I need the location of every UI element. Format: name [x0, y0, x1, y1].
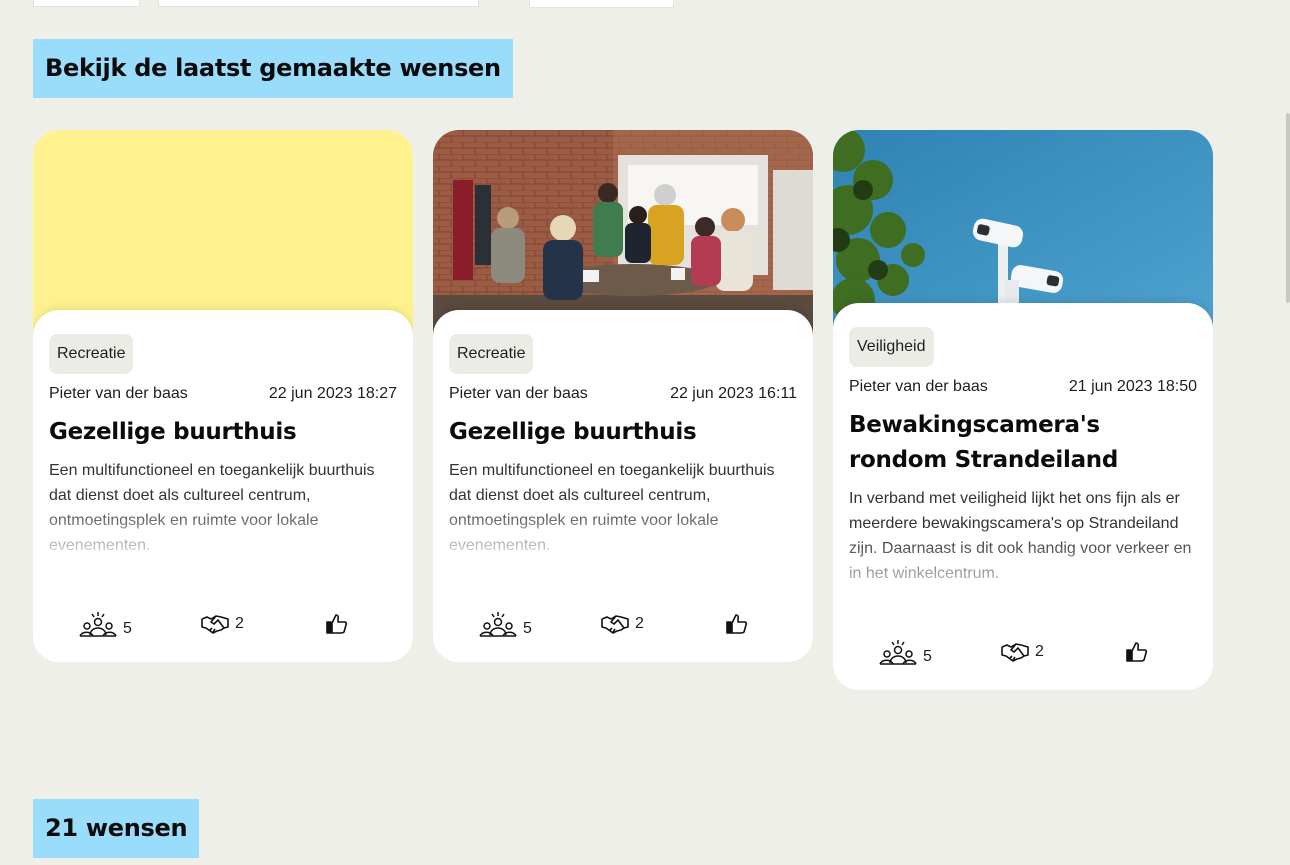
handshake-icon — [601, 613, 629, 635]
latest-wishes-heading: Bekijk de laatst gemaakte wensen — [33, 39, 513, 98]
wish-card[interactable]: Recreatie Pieter van der baas 22 jun 202… — [33, 130, 413, 662]
thumbs-up-icon — [1126, 641, 1148, 663]
card-actions: 5 2 — [33, 611, 413, 644]
people-group-icon — [79, 611, 117, 639]
card-image-community-center — [433, 130, 813, 340]
like-button[interactable] — [1126, 641, 1148, 663]
supporters-button[interactable]: 5 — [479, 611, 532, 639]
author: Pieter van der baas — [849, 378, 988, 395]
partners-count: 2 — [235, 615, 244, 632]
card-body: Recreatie Pieter van der baas 22 jun 202… — [433, 310, 813, 662]
card-description: In verband met veiligheid lijkt het ons … — [849, 490, 1192, 582]
date: 22 jun 2023 16:11 — [670, 385, 797, 402]
supporters-button[interactable]: 5 — [79, 611, 132, 639]
page-scrollbar[interactable] — [1286, 113, 1290, 303]
date: 21 jun 2023 18:50 — [1068, 378, 1197, 395]
like-button[interactable] — [326, 613, 348, 635]
partners-button[interactable]: 2 — [201, 613, 244, 635]
wish-count-heading: 21 wensen — [33, 799, 200, 858]
author: Pieter van der baas — [49, 385, 188, 402]
people-group-icon — [879, 639, 917, 667]
card-meta: Pieter van der baas 22 jun 2023 18:27 — [49, 383, 397, 405]
card-title[interactable]: Bewakingscamera's rondom Strandeiland — [849, 408, 1197, 478]
thumbs-up-icon — [726, 613, 748, 635]
top-control-1[interactable] — [33, 0, 140, 7]
card-body: Recreatie Pieter van der baas 22 jun 202… — [33, 310, 413, 662]
wish-card[interactable]: Recreatie Pieter van der baas 22 jun 202… — [433, 130, 813, 662]
supporters-count: 5 — [523, 620, 532, 637]
card-actions: 5 2 — [833, 639, 1213, 672]
partners-button[interactable]: 2 — [1001, 641, 1044, 663]
card-title[interactable]: Gezellige buurthuis — [449, 415, 797, 450]
handshake-icon — [1001, 641, 1029, 663]
author: Pieter van der baas — [449, 385, 588, 402]
partners-count: 2 — [1035, 643, 1044, 660]
card-meta: Pieter van der baas 22 jun 2023 16:11 — [449, 383, 797, 405]
like-button[interactable] — [726, 613, 748, 635]
card-description: Een multifunctioneel en toegankelijk buu… — [449, 462, 775, 554]
card-description: Een multifunctioneel en toegankelijk buu… — [49, 462, 375, 554]
date: 22 jun 2023 18:27 — [268, 385, 397, 402]
people-group-icon — [479, 611, 517, 639]
card-title[interactable]: Gezellige buurthuis — [49, 415, 397, 450]
top-control-3[interactable] — [529, 0, 674, 8]
handshake-icon — [201, 613, 229, 635]
thumbs-up-icon — [326, 613, 348, 635]
supporters-count: 5 — [123, 620, 132, 637]
supporters-button[interactable]: 5 — [879, 639, 932, 667]
category-tag[interactable]: Veiligheid — [849, 327, 934, 367]
category-tag[interactable]: Recreatie — [49, 334, 134, 374]
supporters-count: 5 — [923, 648, 932, 665]
card-image-placeholder — [33, 130, 413, 340]
top-control-2[interactable] — [158, 0, 479, 7]
card-body: Veiligheid Pieter van der baas 21 jun 20… — [833, 303, 1213, 690]
category-tag[interactable]: Recreatie — [449, 334, 534, 374]
card-meta: Pieter van der baas 21 jun 2023 18:50 — [849, 376, 1197, 398]
card-actions: 5 2 — [433, 611, 813, 644]
partners-count: 2 — [635, 615, 644, 632]
wish-card[interactable]: Veiligheid Pieter van der baas 21 jun 20… — [833, 130, 1213, 690]
partners-button[interactable]: 2 — [601, 613, 644, 635]
